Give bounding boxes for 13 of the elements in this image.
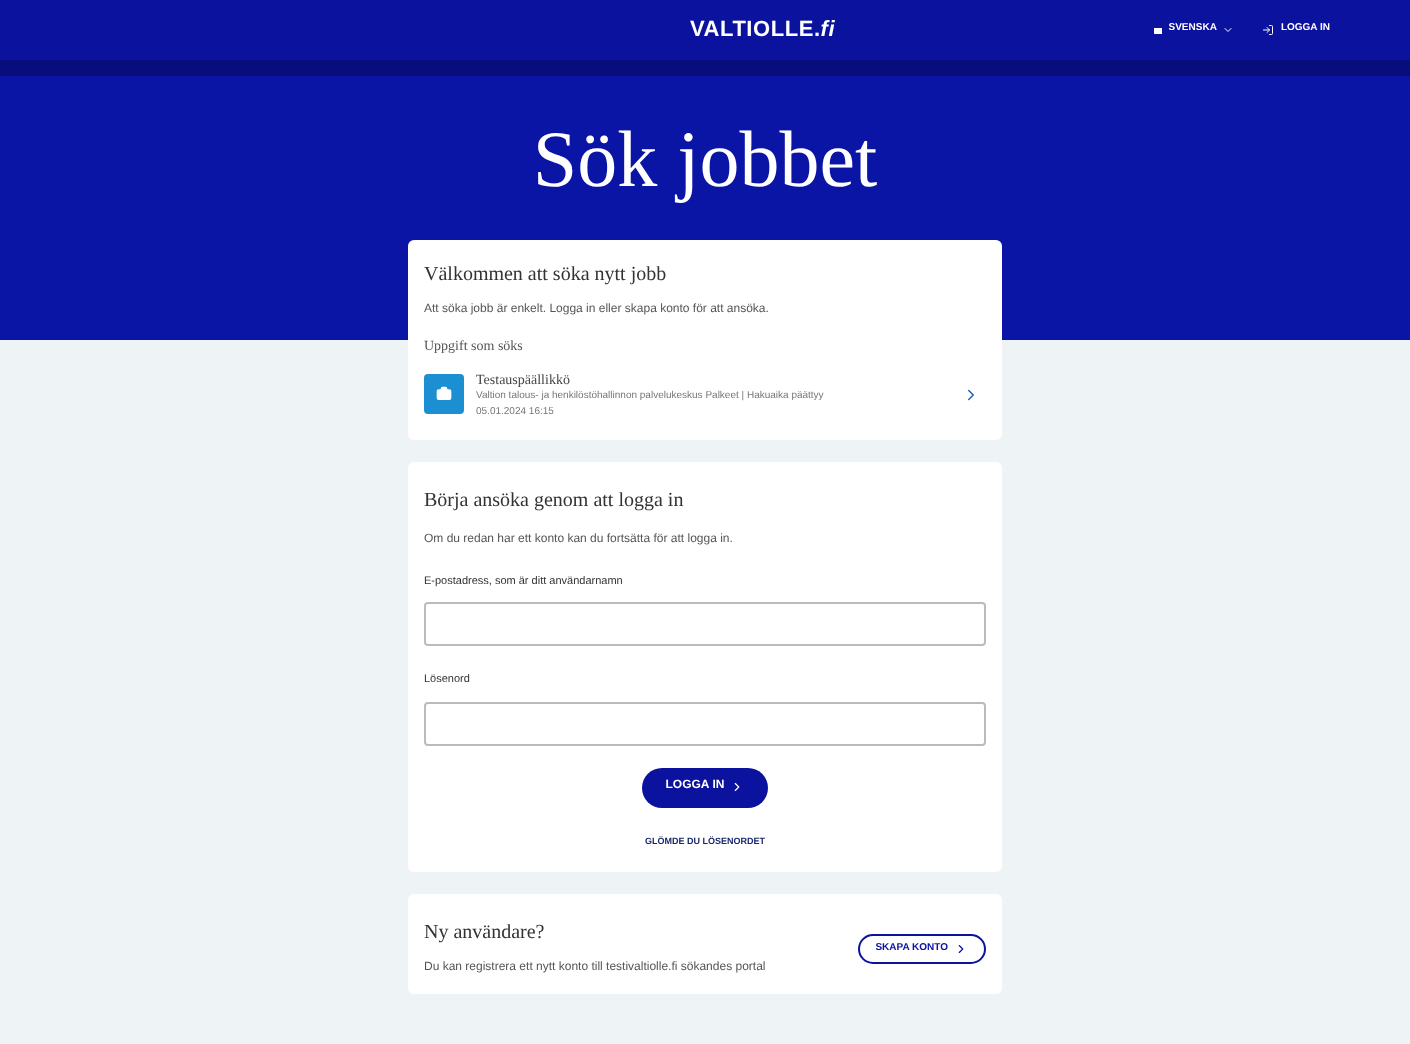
- email-field[interactable]: [424, 602, 986, 647]
- page-title: Sök jobbet: [532, 120, 878, 200]
- chevron-right-icon: [962, 385, 980, 404]
- briefcase-icon: [424, 374, 464, 415]
- card-title: Välkommen att söka nytt jobb: [424, 262, 669, 290]
- chevron-right-icon: [954, 941, 968, 956]
- logo[interactable]: VALTIOLLE.fi: [690, 13, 836, 47]
- card-title: Börja ansöka genom att logga in: [424, 488, 686, 516]
- card-title: Ny användare?: [424, 920, 547, 949]
- password-field[interactable]: [424, 701, 986, 745]
- login-icon: [1262, 24, 1275, 36]
- chevron-down-icon: [1222, 24, 1235, 36]
- chevron-right-icon: [730, 780, 745, 794]
